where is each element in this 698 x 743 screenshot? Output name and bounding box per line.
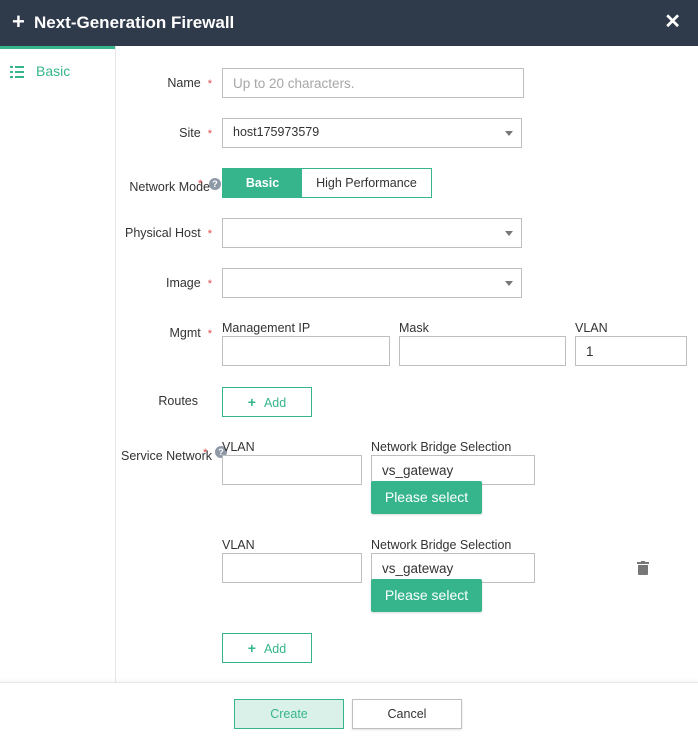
mgmt-vlan-label: VLAN [575,321,608,335]
trash-icon[interactable] [637,561,649,575]
service-vlan-label: VLAN [222,538,255,552]
dialog-footer: Create Cancel [0,682,698,743]
network-mode-required: * [198,178,203,190]
service-vlan-input[interactable] [222,553,362,583]
mask-label: Mask [399,321,429,335]
sidebar-item-label: Basic [36,63,71,79]
plus-icon: + [247,640,256,656]
name-input[interactable] [222,68,524,98]
name-label: Name * [167,76,212,90]
network-mode-label: Network Mode [129,180,210,194]
service-network-required: * [203,447,208,459]
bridge-selection-label: Network Bridge Selection [371,538,512,552]
chevron-down-icon [505,281,513,286]
chevron-down-icon [505,131,513,136]
title-bar: + Next-Generation Firewall ✕ [0,0,698,46]
close-icon[interactable]: ✕ [664,11,681,33]
image-select[interactable] [222,268,522,298]
management-ip-label: Management IP [222,321,311,335]
sidebar-active-indicator [0,46,115,49]
service-network-label: Service Network [121,449,212,463]
plus-icon: + [12,9,25,34]
please-select-button[interactable]: Please select [371,481,482,514]
plus-icon: + [247,394,256,410]
sidebar: Basic [0,46,116,682]
service-vlan-label: VLAN [222,440,255,454]
sidebar-item-basic[interactable]: Basic [0,60,115,86]
mask-input[interactable] [399,336,566,366]
network-mode-high-performance[interactable]: High Performance [302,169,431,197]
mgmt-vlan-input[interactable] [575,336,687,366]
site-label: Site * [179,126,212,140]
add-route-button[interactable]: + Add [222,387,312,417]
service-vlan-input[interactable] [222,455,362,485]
add-service-network-button[interactable]: + Add [222,633,312,663]
network-mode-basic[interactable]: Basic [223,169,302,197]
management-ip-input[interactable] [222,336,390,366]
physical-host-label: Physical Host * [124,226,212,240]
chevron-down-icon [505,231,513,236]
physical-host-select[interactable] [222,218,522,248]
create-button[interactable]: Create [234,699,344,729]
cancel-button[interactable]: Cancel [352,699,462,729]
window-title: Next-Generation Firewall [34,13,235,32]
site-select[interactable]: host175973579 [222,118,522,148]
please-select-button[interactable]: Please select [371,579,482,612]
site-value: host175973579 [233,125,320,139]
routes-label: Routes [158,394,198,408]
mgmt-label: Mgmt * [169,326,212,340]
bridge-selection-label: Network Bridge Selection [371,440,512,454]
image-label: Image * [165,276,212,290]
network-mode-toggle: Basic High Performance [222,168,432,198]
list-icon [10,66,24,78]
help-icon[interactable]: ? [209,178,221,190]
